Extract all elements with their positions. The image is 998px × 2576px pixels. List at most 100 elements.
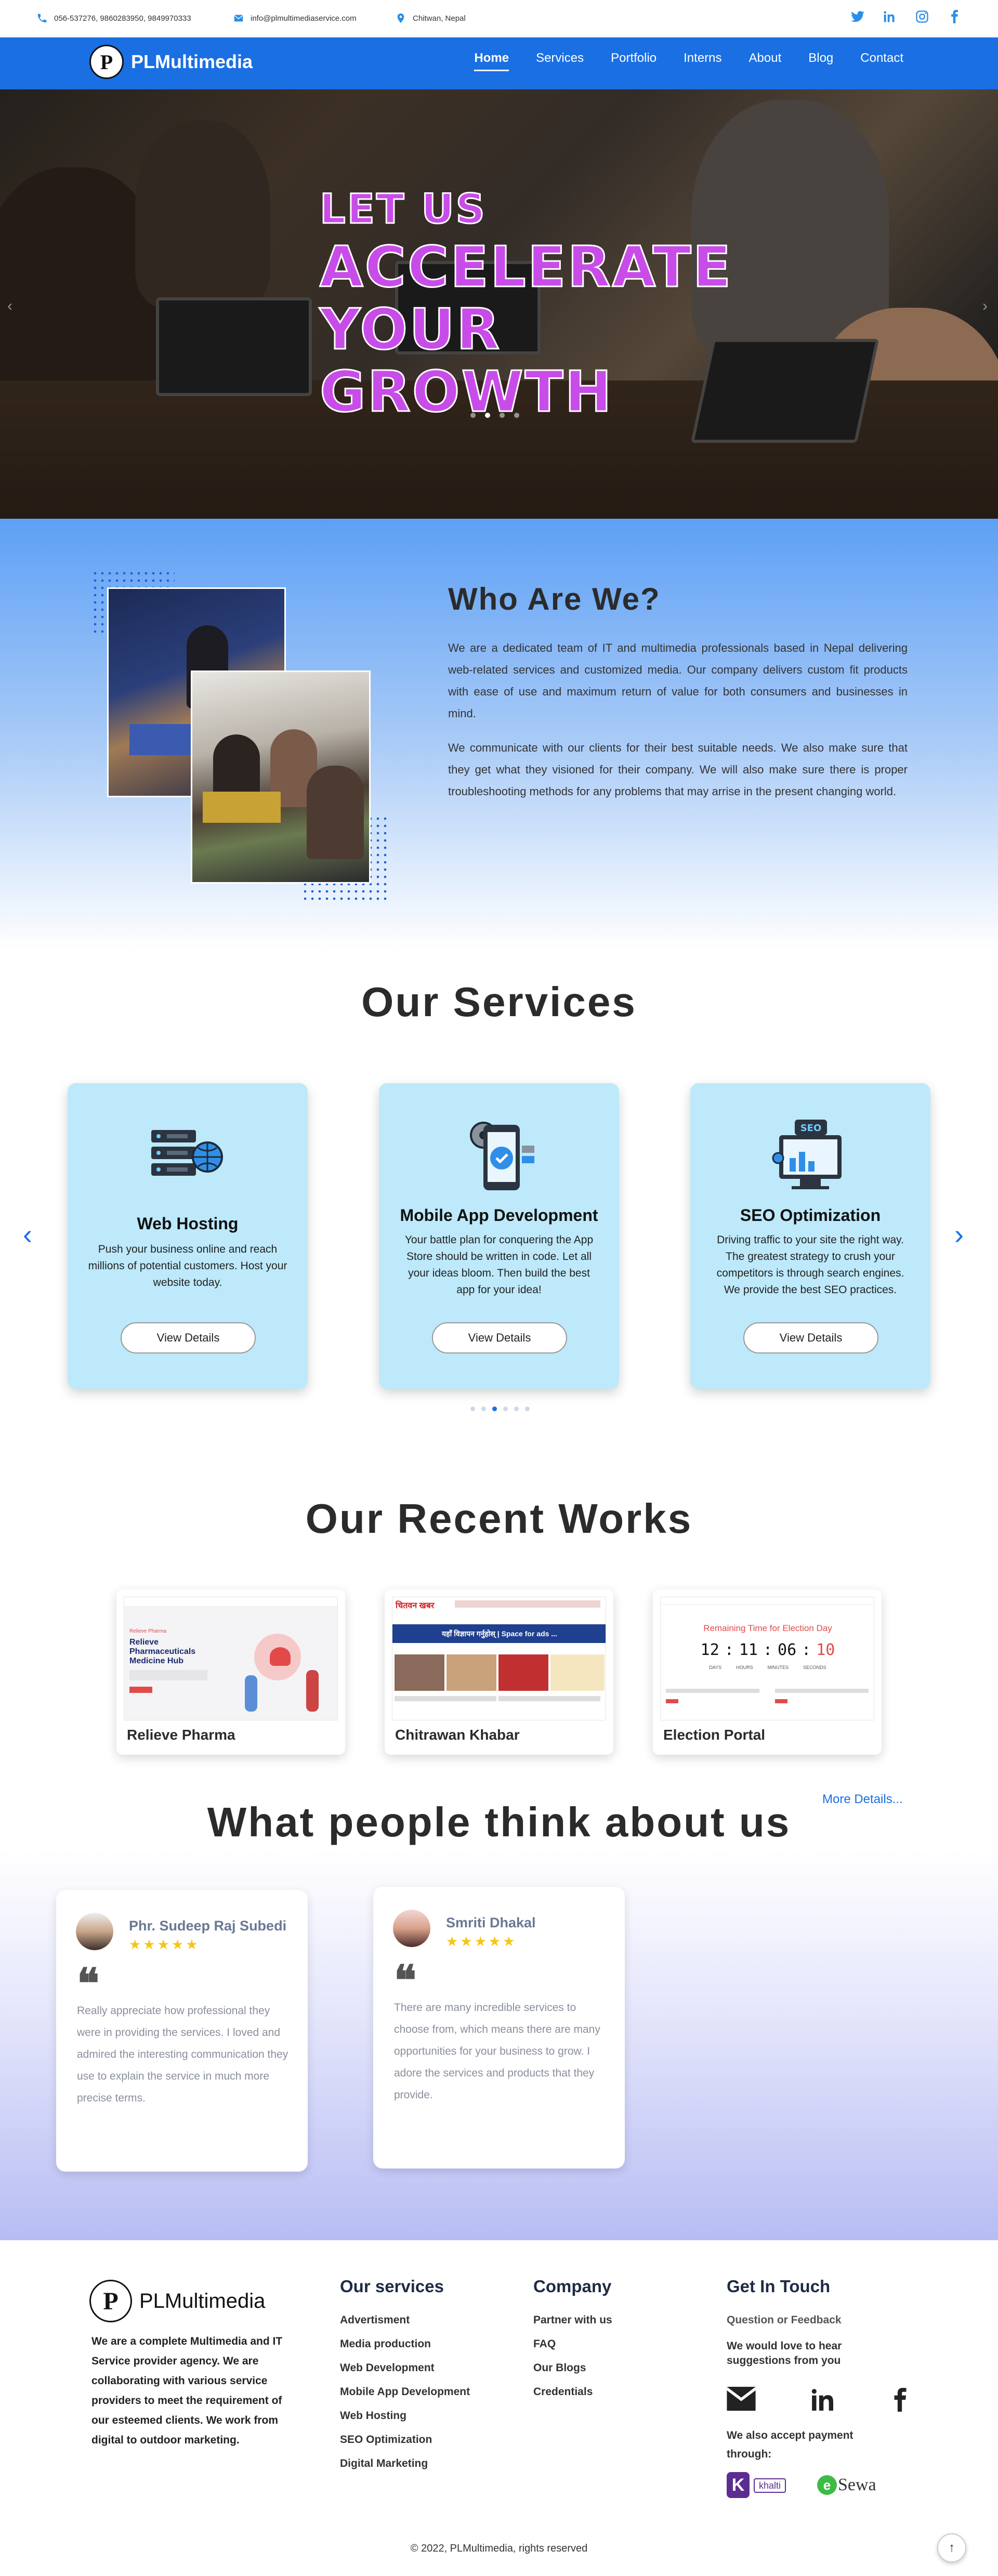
hero-slide-dot-active[interactable] — [485, 413, 490, 418]
nav-blog[interactable]: Blog — [808, 51, 833, 71]
countdown-hours: 11 — [739, 1641, 758, 1659]
footer-link[interactable]: Mobile App Development — [340, 2386, 470, 2398]
testimonial-card: Phr. Sudeep Raj Subedi ★★★★★ ❝ Really ap… — [56, 1890, 308, 2172]
pl-logo-icon: P — [89, 2280, 132, 2322]
view-details-button[interactable]: View Details — [743, 1322, 878, 1353]
testimonial-text: There are many incredible services to ch… — [394, 2002, 600, 2101]
main-navbar: P PLMultimedia Home Services Portfolio I… — [0, 37, 998, 89]
footer-link[interactable]: SEO Optimization — [340, 2434, 432, 2446]
footer-contact-subtitle: Question or Feedback — [727, 2314, 842, 2326]
back-to-top-button[interactable]: ↑ — [937, 2533, 966, 2562]
phone-contact[interactable]: 056-537276, 9860283950, 9849970333 — [36, 12, 191, 24]
services-prev-arrow-icon[interactable]: ‹ — [23, 1218, 32, 1251]
nav-portfolio[interactable]: Portfolio — [611, 51, 656, 71]
footer-brand[interactable]: P PLMultimedia — [89, 2280, 265, 2322]
footer-link[interactable]: Digital Marketing — [340, 2457, 428, 2470]
email-address: info@plmultimediaservice.com — [251, 14, 357, 23]
hero-next-arrow-icon[interactable]: › — [982, 297, 988, 315]
services-page-dot[interactable] — [514, 1407, 519, 1411]
nav-interns[interactable]: Interns — [684, 51, 721, 71]
email-contact[interactable]: info@plmultimediaservice.com — [233, 12, 357, 24]
phone-icon — [37, 14, 47, 23]
work-name: Election Portal — [663, 1727, 766, 1743]
footer-link[interactable]: Media production — [340, 2338, 431, 2350]
top-contact-bar: 056-537276, 9860283950, 9849970333 info@… — [0, 0, 998, 37]
work-card-election-portal[interactable]: Remaining Time for Election Day 12: 11: … — [653, 1589, 882, 1755]
services-page-dot[interactable] — [481, 1407, 486, 1411]
countdown-sep: : — [802, 1641, 811, 1659]
work-name: Chitrawan Khabar — [395, 1727, 520, 1743]
quote-icon: ❝ — [77, 1959, 100, 2008]
work-screenshot: चितवन खबर यहाँ विज्ञापन गर्नुहोस् | Spac… — [392, 1597, 606, 1720]
hero-headline-line3: YOUR — [319, 297, 502, 363]
countdown-minutes: 06 — [778, 1641, 797, 1659]
hero-slide-dot[interactable] — [470, 413, 476, 418]
top-social-links — [850, 9, 962, 24]
work-screenshot: Remaining Time for Election Day 12: 11: … — [660, 1597, 874, 1720]
services-page-dot-active[interactable] — [492, 1407, 497, 1411]
work-card-relieve-pharma[interactable]: Relieve Pharma Relieve Pharmaceuticals M… — [116, 1589, 345, 1755]
view-details-button[interactable]: View Details — [121, 1322, 256, 1353]
footer-link[interactable]: Credentials — [533, 2386, 593, 2398]
service-card-mobile-app: Mobile App Development Your battle plan … — [379, 1083, 619, 1389]
work-shot-countdown-labels: DAYS HOURS MINUTES SECONDS — [661, 1665, 874, 1670]
hero-headline-line2: ACCELERATE — [319, 234, 733, 301]
testimonial-author: Smriti Dhakal — [446, 1915, 536, 1930]
footer-contact-title: Get In Touch — [727, 2277, 831, 2296]
service-title: Web Hosting — [137, 1214, 239, 1233]
hero-headline-line4: GROWTH — [319, 359, 613, 426]
who-are-we-title: Who Are We? — [448, 582, 661, 616]
hero-prev-arrow-icon[interactable]: ‹ — [7, 297, 12, 315]
avatar — [76, 1913, 113, 1950]
service-title: SEO Optimization — [740, 1206, 881, 1225]
hero-slide-dot[interactable] — [500, 413, 505, 418]
linkedin-icon[interactable] — [810, 2387, 839, 2413]
footer-link[interactable]: Web Development — [340, 2362, 435, 2374]
testimonial-author: Phr. Sudeep Raj Subedi — [129, 1918, 287, 1934]
mail-icon[interactable] — [727, 2387, 756, 2413]
services-page-dot[interactable] — [503, 1407, 508, 1411]
nav-about[interactable]: About — [749, 51, 782, 71]
linkedin-icon[interactable] — [883, 9, 897, 24]
twitter-icon[interactable] — [850, 9, 865, 24]
nav-contact[interactable]: Contact — [860, 51, 903, 71]
footer-link[interactable]: Web Hosting — [340, 2410, 406, 2422]
nav-services[interactable]: Services — [536, 51, 584, 71]
work-shot-countdown: 12: 11: 06: 10 — [661, 1641, 874, 1659]
quote-icon: ❝ — [394, 1956, 417, 2005]
location-contact: Chitwan, Nepal — [395, 12, 466, 24]
services-next-arrow-icon[interactable]: › — [954, 1218, 964, 1251]
brand-logo-link[interactable]: P PLMultimedia — [89, 45, 253, 79]
instagram-icon[interactable] — [915, 9, 929, 24]
map-pin-icon — [397, 13, 404, 23]
nav-home[interactable]: Home — [474, 51, 509, 71]
footer-link[interactable]: Advertisment — [340, 2314, 410, 2327]
work-shot-masthead: चितवन खबर — [396, 1601, 435, 1610]
footer-services-title: Our services — [340, 2277, 444, 2296]
service-description: Your battle plan for conquering the App … — [404, 1234, 594, 1296]
footer-link[interactable]: Partner with us — [533, 2314, 612, 2327]
footer-link[interactable]: Our Blogs — [533, 2362, 586, 2374]
facebook-icon[interactable] — [887, 2387, 916, 2413]
khalti-label: khalti — [754, 2478, 786, 2493]
footer-link[interactable]: FAQ — [533, 2338, 556, 2350]
footer-description: We are a complete Multimedia and IT Serv… — [91, 2335, 283, 2446]
work-card-chitrawan-khabar[interactable]: चितवन खबर यहाँ विज्ञापन गर्नुहोस् | Spac… — [385, 1589, 613, 1755]
service-card-seo: SEO SEO Optimization Driving traffic to … — [690, 1083, 930, 1389]
view-details-button[interactable]: View Details — [432, 1322, 567, 1353]
countdown-label: SECONDS — [803, 1665, 826, 1670]
hero-slide-dot[interactable] — [514, 413, 519, 418]
work-shot-ad-banner: यहाँ विज्ञापन गर्नुहोस् | Space for ads … — [392, 1624, 606, 1643]
copyright-label: 2022, PLMultimedia, rights reserved — [421, 2543, 588, 2554]
service-card-web-hosting: Web Hosting Push your business online an… — [68, 1083, 308, 1389]
team-photo-2 — [191, 671, 371, 884]
services-page-dot[interactable] — [470, 1407, 475, 1411]
countdown-label: DAYS — [709, 1665, 722, 1670]
work-shot-kicker: Relieve Pharma — [129, 1628, 167, 1634]
primary-nav: Home Services Portfolio Interns About Bl… — [474, 51, 903, 71]
countdown-sep: : — [763, 1641, 773, 1659]
facebook-icon[interactable] — [947, 9, 962, 24]
footer-contact-text: We would love to hear suggestions from y… — [727, 2340, 842, 2367]
services-page-dot[interactable] — [525, 1407, 530, 1411]
service-title: Mobile App Development — [400, 1206, 598, 1225]
